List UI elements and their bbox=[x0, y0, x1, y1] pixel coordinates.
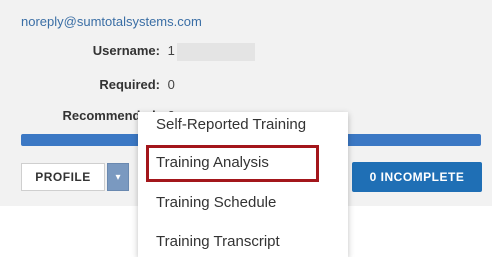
dropdown-menu: Self-Reported Training Training Analysis… bbox=[138, 112, 348, 257]
recommended-label: Recommended: bbox=[62, 108, 160, 123]
username-value: 1 bbox=[167, 43, 175, 59]
dropdown-toggle-button[interactable]: ▾ bbox=[107, 163, 129, 191]
required-value: 0 bbox=[167, 77, 175, 92]
redaction-block bbox=[176, 43, 255, 61]
required-row: Required: 0 bbox=[0, 77, 175, 92]
incomplete-button[interactable]: 0 INCOMPLETE bbox=[352, 162, 482, 192]
username-label: Username: bbox=[92, 43, 160, 59]
chevron-down-icon: ▾ bbox=[115, 171, 121, 183]
highlight-box bbox=[146, 145, 319, 182]
username-row: Username: 1 bbox=[0, 43, 255, 61]
required-label: Required: bbox=[99, 77, 160, 92]
menu-item-training-transcript[interactable]: Training Transcript bbox=[156, 233, 280, 250]
menu-item-self-reported-training[interactable]: Self-Reported Training bbox=[156, 116, 306, 133]
profile-button[interactable]: PROFILE bbox=[21, 163, 105, 191]
menu-item-training-schedule[interactable]: Training Schedule bbox=[156, 194, 276, 211]
email-link[interactable]: noreply@sumtotalsystems.com bbox=[21, 14, 202, 29]
